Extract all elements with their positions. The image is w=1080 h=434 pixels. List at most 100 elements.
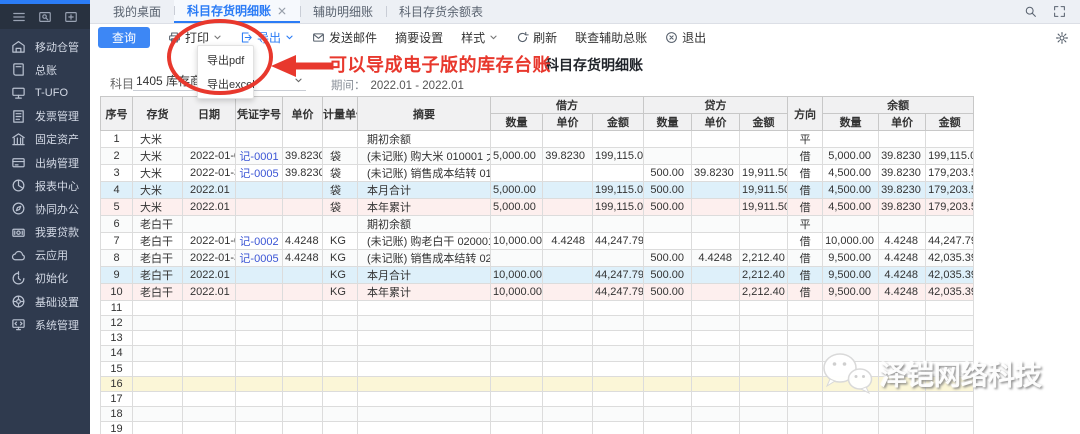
table-row[interactable]: 10老白干2022.01KG本年累计10,000.0044,247.79500.…: [101, 284, 974, 301]
hamburger-icon[interactable]: [12, 10, 26, 24]
table-cell: [788, 301, 823, 316]
tab-auxiliary-ledger[interactable]: 辅助明细账: [300, 0, 386, 23]
table-row[interactable]: 4大米2022.01袋本月合计5,000.00199,115.04500.001…: [101, 182, 974, 199]
table-cell: [740, 316, 788, 331]
box-search-icon[interactable]: [38, 10, 52, 24]
col-header-unit[interactable]: 计量单位: [323, 97, 358, 131]
table-row[interactable]: 18: [101, 406, 974, 421]
expand-icon[interactable]: [1053, 5, 1066, 18]
table-cell: 39.8230: [283, 165, 323, 182]
table-row[interactable]: 2大米2022-01-01记-000139.8230袋(未记账) 购大米 010…: [101, 148, 974, 165]
tab-my-desktop[interactable]: 我的桌面: [100, 0, 174, 23]
table-cell: 2022-01-01: [183, 148, 236, 165]
col-header-credit-qty[interactable]: 数量: [644, 114, 692, 131]
sidebar-item-collab-office[interactable]: 协同办公: [0, 197, 90, 220]
period-value: 2022.01 - 2022.01: [371, 80, 464, 92]
table-row[interactable]: 1大米期初余额平: [101, 131, 974, 148]
col-header-credit-amount[interactable]: 金额: [740, 114, 788, 131]
sidebar-item-label: 报表中心: [35, 178, 79, 194]
col-header-direction[interactable]: 方向: [788, 97, 823, 131]
col-header-voucher[interactable]: 凭证字号: [236, 97, 283, 131]
table-row[interactable]: 3大米2022-01-31记-000539.8230袋(未记账) 销售成本结转 …: [101, 165, 974, 182]
col-header-balance-qty[interactable]: 数量: [823, 114, 879, 131]
sidebar-item-loan[interactable]: 我要贷款: [0, 221, 90, 244]
table-row[interactable]: 8老白干2022-01-31记-00054.4248KG(未记账) 销售成本结转…: [101, 250, 974, 267]
close-icon[interactable]: [277, 6, 287, 16]
col-header-credit-price[interactable]: 单价: [692, 114, 740, 131]
table-row[interactable]: 9老白干2022.01KG本月合计10,000.0044,247.79500.0…: [101, 267, 974, 284]
table-row[interactable]: 13: [101, 331, 974, 346]
col-header-debit-qty[interactable]: 数量: [491, 114, 543, 131]
table-cell[interactable]: 记-0001: [236, 148, 283, 165]
col-header-inventory[interactable]: 存货: [133, 97, 183, 131]
table-cell[interactable]: 记-0005: [236, 165, 283, 182]
table-cell: [593, 361, 644, 376]
table-cell: 10,000.00: [491, 284, 543, 301]
table-cell: [543, 199, 593, 216]
table-row[interactable]: 15: [101, 361, 974, 376]
style-button[interactable]: 样式: [461, 29, 498, 46]
table-row[interactable]: 14: [101, 346, 974, 361]
sidebar-item-initialization[interactable]: 初始化: [0, 267, 90, 290]
table-cell: [491, 391, 543, 406]
col-header-date[interactable]: 日期: [183, 97, 236, 131]
col-header-balance-amount[interactable]: 金额: [926, 114, 974, 131]
table-cell: [358, 331, 491, 346]
sidebar-item-t-ufo[interactable]: T-UFO: [0, 81, 90, 104]
box-add-icon[interactable]: [64, 10, 78, 24]
print-button[interactable]: 打印: [168, 29, 222, 46]
summary-settings-button[interactable]: 摘要设置: [395, 29, 443, 46]
table-cell: [593, 331, 644, 346]
sidebar-item-system-mgmt[interactable]: 系统管理: [0, 313, 90, 336]
table-row[interactable]: 6老白干期初余额平: [101, 216, 974, 233]
table-cell: [926, 301, 974, 316]
table-row[interactable]: 7老白干2022-01-03记-00024.4248KG(未记账) 购老白干 0…: [101, 233, 974, 250]
col-header-seq[interactable]: 序号: [101, 97, 133, 131]
tab-subject-inventory-ledger[interactable]: 科目存货明细账: [174, 0, 300, 23]
table-cell: 8: [101, 250, 133, 267]
gear-icon[interactable]: [1055, 31, 1069, 45]
col-header-balance-price[interactable]: 单价: [879, 114, 926, 131]
table-cell: [323, 301, 358, 316]
search-icon[interactable]: [1024, 5, 1037, 18]
table-cell[interactable]: 记-0002: [236, 233, 283, 250]
sidebar-item-basic-settings[interactable]: 基础设置: [0, 290, 90, 313]
loan-icon: [11, 225, 26, 240]
export-button[interactable]: 导出: [240, 29, 294, 46]
table-cell: [926, 391, 974, 406]
table-cell: [491, 406, 543, 421]
table-cell: 借: [788, 182, 823, 199]
sidebar-item-general-ledger[interactable]: 总账: [0, 58, 90, 81]
sidebar-item-report-center[interactable]: 报表中心: [0, 174, 90, 197]
table-row[interactable]: 5大米2022.01袋本年累计5,000.00199,115.04500.001…: [101, 199, 974, 216]
table-row[interactable]: 16: [101, 376, 974, 391]
table-row[interactable]: 12: [101, 316, 974, 331]
sidebar-item-cloud-apps[interactable]: 云应用: [0, 244, 90, 267]
table-cell: [491, 316, 543, 331]
toolbar-button-label: 打印: [185, 29, 209, 46]
sidebar-item-invoice-mgmt[interactable]: 发票管理: [0, 105, 90, 128]
col-header-debit-price[interactable]: 单价: [543, 114, 593, 131]
table-cell: 9: [101, 267, 133, 284]
menu-item-export-pdf[interactable]: 导出pdf: [198, 48, 253, 72]
col-header-summary[interactable]: 摘要: [358, 97, 491, 131]
col-header-price[interactable]: 单价: [283, 97, 323, 131]
query-button[interactable]: 查询: [98, 27, 150, 48]
table-row[interactable]: 11: [101, 301, 974, 316]
table-row[interactable]: 19: [101, 422, 974, 434]
table-row[interactable]: 17: [101, 391, 974, 406]
page-title: 科目存货明细账: [545, 55, 643, 75]
table-cell: [823, 376, 879, 391]
tab-subject-inventory-balance[interactable]: 科目存货余额表: [386, 0, 496, 23]
sidebar-item-cashier-mgmt[interactable]: 出纳管理: [0, 151, 90, 174]
menu-item-export-excel[interactable]: 导出excel: [198, 72, 253, 96]
table-cell[interactable]: 记-0005: [236, 250, 283, 267]
linked-aux-ledger-button[interactable]: 联查辅助总账: [575, 29, 647, 46]
refresh-button[interactable]: 刷新: [516, 29, 557, 46]
col-header-debit-amount[interactable]: 金额: [593, 114, 644, 131]
sidebar-item-mobile-warehouse[interactable]: 移动仓管: [0, 35, 90, 58]
send-mail-button[interactable]: 发送邮件: [312, 29, 377, 46]
table-cell: 500.00: [644, 284, 692, 301]
sidebar-item-fixed-assets[interactable]: 固定资产: [0, 128, 90, 151]
exit-button[interactable]: 退出: [665, 29, 706, 46]
